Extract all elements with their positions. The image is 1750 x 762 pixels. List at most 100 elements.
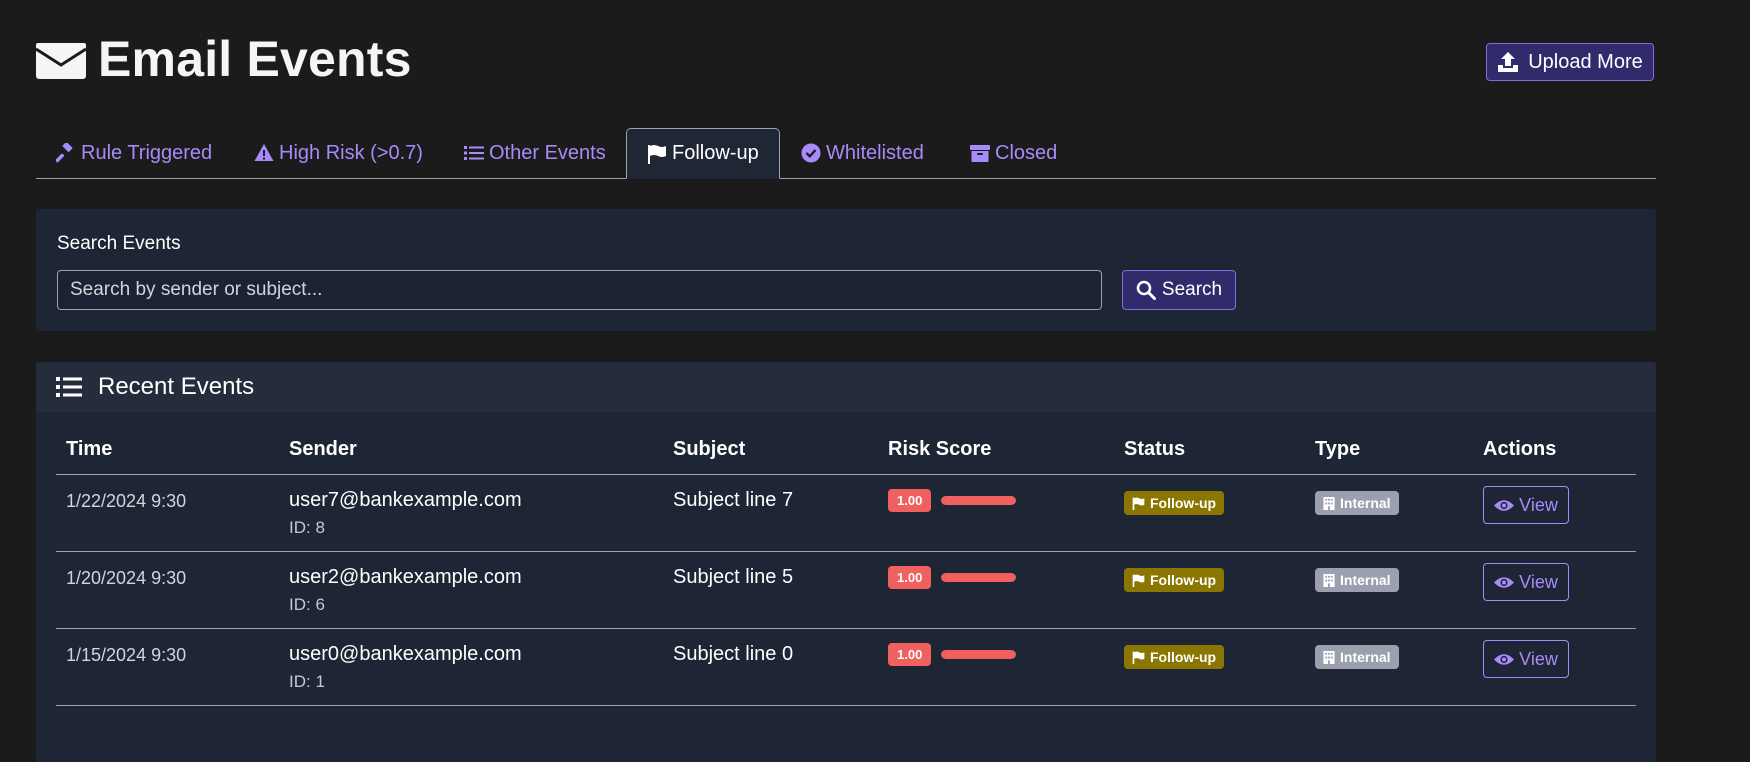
recent-events-panel: Recent Events Time Sender Subject Risk S… — [36, 362, 1656, 762]
event-type-cell: Internal — [1305, 628, 1473, 706]
flag-icon — [1132, 574, 1145, 587]
event-sender: user7@bankexample.com — [289, 489, 522, 511]
view-button-label: View — [1519, 494, 1558, 515]
tab-high-risk[interactable]: High Risk (>0.7) — [254, 128, 423, 178]
table-row: 1/15/2024 9:30 user0@bankexample.com ID:… — [56, 628, 1636, 706]
event-sender: user2@bankexample.com — [289, 566, 522, 588]
event-status-cell: Follow-up — [1114, 551, 1305, 629]
view-button-label: View — [1519, 571, 1558, 592]
event-actions-cell: View — [1473, 474, 1636, 552]
event-time: 1/20/2024 9:30 — [56, 551, 279, 629]
table-header-row: Time Sender Subject Risk Score Status Ty… — [56, 436, 1636, 475]
event-subject: Subject line 5 — [663, 551, 878, 629]
tab-label: Closed — [995, 141, 1058, 164]
status-label: Follow-up — [1150, 649, 1217, 665]
event-risk-cell: 1.00 — [878, 628, 1114, 706]
eye-icon — [1494, 499, 1515, 511]
risk-score-bar — [941, 573, 1017, 582]
status-label: Follow-up — [1150, 572, 1217, 588]
tab-follow-up[interactable]: Follow-up — [626, 128, 780, 179]
event-sender: user0@bankexample.com — [289, 643, 522, 665]
status-badge: Follow-up — [1124, 491, 1225, 515]
risk-score-badge: 1.00 — [888, 643, 932, 666]
recent-events-header: Recent Events — [36, 362, 1656, 412]
search-label: Search Events — [57, 233, 181, 254]
risk-score-bar-fill — [941, 496, 1017, 505]
event-id: ID: 6 — [289, 595, 325, 614]
tab-label: Whitelisted — [826, 141, 924, 164]
type-badge: Internal — [1315, 645, 1399, 669]
risk-score-bar — [941, 496, 1017, 505]
event-id: ID: 1 — [289, 672, 325, 691]
column-header-type: Type — [1305, 436, 1473, 475]
tab-rule-triggered[interactable]: Rule Triggered — [56, 128, 212, 178]
column-header-time: Time — [56, 436, 279, 475]
event-status-cell: Follow-up — [1114, 628, 1305, 706]
flag-icon — [1132, 497, 1145, 510]
eye-icon — [1494, 576, 1515, 588]
risk-score-badge: 1.00 — [888, 489, 932, 512]
event-risk-cell: 1.00 — [878, 551, 1114, 629]
column-header-status: Status — [1114, 436, 1305, 475]
column-header-sender: Sender — [279, 436, 663, 475]
event-actions-cell: View — [1473, 628, 1636, 706]
table-row: 1/22/2024 9:30 user7@bankexample.com ID:… — [56, 474, 1636, 552]
flag-icon — [1132, 651, 1145, 664]
event-time: 1/22/2024 9:30 — [56, 474, 279, 552]
building-icon — [1323, 650, 1335, 664]
list-icon — [464, 146, 484, 160]
event-sender-cell: user7@bankexample.com ID: 8 — [279, 474, 663, 552]
event-id: ID: 8 — [289, 518, 325, 537]
risk-score-bar — [941, 650, 1017, 659]
type-label: Internal — [1340, 495, 1391, 511]
view-button-label: View — [1519, 648, 1558, 669]
type-label: Internal — [1340, 572, 1391, 588]
tab-label: Follow-up — [672, 142, 759, 164]
view-button[interactable]: View — [1483, 640, 1569, 678]
gavel-icon — [56, 143, 73, 163]
events-table: Time Sender Subject Risk Score Status Ty… — [56, 436, 1636, 706]
column-header-actions: Actions — [1473, 436, 1636, 475]
event-type-cell: Internal — [1305, 551, 1473, 629]
status-label: Follow-up — [1150, 495, 1217, 511]
search-button[interactable]: Search — [1122, 270, 1236, 310]
tab-closed[interactable]: Closed — [970, 128, 1057, 178]
tab-other-events[interactable]: Other Events — [464, 128, 606, 178]
search-icon — [1136, 280, 1156, 300]
status-badge: Follow-up — [1124, 568, 1225, 592]
tab-label: High Risk (>0.7) — [279, 141, 423, 164]
event-sender-cell: user2@bankexample.com ID: 6 — [279, 551, 663, 629]
search-panel: Search Events Search — [36, 209, 1656, 331]
tab-label: Rule Triggered — [81, 141, 213, 164]
event-subject: Subject line 0 — [663, 628, 878, 706]
recent-events-title: Recent Events — [98, 373, 255, 400]
upload-more-button[interactable]: Upload More — [1486, 43, 1654, 81]
event-time: 1/15/2024 9:30 — [56, 628, 279, 706]
risk-score-bar-fill — [941, 573, 1017, 582]
risk-score-bar-fill — [941, 650, 1017, 659]
type-badge: Internal — [1315, 491, 1399, 515]
building-icon — [1323, 496, 1335, 510]
type-label: Internal — [1340, 649, 1391, 665]
column-header-risk-score: Risk Score — [878, 436, 1114, 475]
event-subject: Subject line 7 — [663, 474, 878, 552]
building-icon — [1323, 573, 1335, 587]
status-badge: Follow-up — [1124, 645, 1225, 669]
tab-whitelisted[interactable]: Whitelisted — [801, 128, 924, 178]
envelope-icon — [36, 43, 86, 79]
eye-icon — [1494, 653, 1515, 665]
flag-icon — [648, 144, 666, 164]
view-button[interactable]: View — [1483, 563, 1569, 601]
upload-icon — [1498, 52, 1519, 72]
event-actions-cell: View — [1473, 551, 1636, 629]
event-type-cell: Internal — [1305, 474, 1473, 552]
check-circle-icon — [801, 143, 821, 163]
tab-label: Other Events — [489, 141, 606, 164]
search-button-label: Search — [1161, 279, 1223, 300]
view-button[interactable]: View — [1483, 486, 1569, 524]
event-sender-cell: user0@bankexample.com ID: 1 — [279, 628, 663, 706]
archive-icon — [970, 145, 990, 162]
search-input[interactable] — [57, 270, 1102, 310]
event-tabs: Rule Triggered High Risk (>0.7) Other Ev… — [36, 128, 1656, 179]
event-risk-cell: 1.00 — [878, 474, 1114, 552]
